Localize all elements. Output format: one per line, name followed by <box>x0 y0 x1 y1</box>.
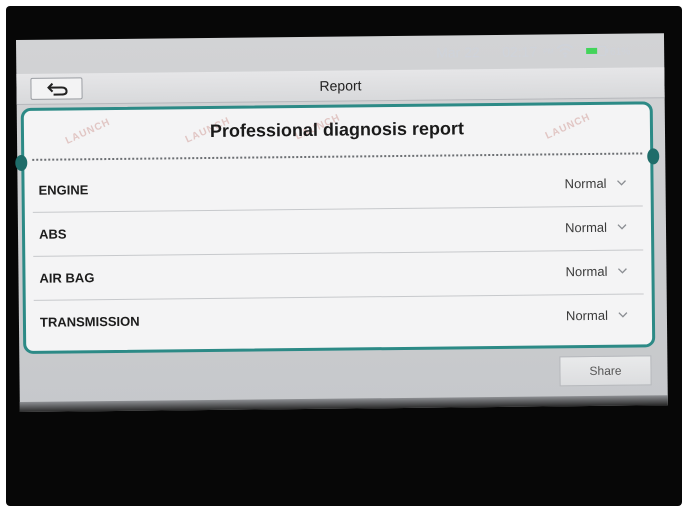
system-name: ENGINE <box>38 182 89 198</box>
system-status: Normal <box>565 307 608 324</box>
system-name: TRANSMISSION <box>39 313 140 330</box>
card-notch-left <box>15 154 28 172</box>
battery-nub <box>606 48 609 53</box>
dotted-divider <box>32 152 643 161</box>
status-ampm: PM <box>543 48 554 56</box>
chevron-down-icon <box>617 268 627 274</box>
system-row-air-bag[interactable]: AIR BAG Normal <box>33 250 644 301</box>
battery-percent: 61% <box>610 46 631 58</box>
system-row-abs[interactable]: ABS Normal <box>32 206 644 257</box>
system-row-transmission[interactable]: TRANSMISSION Normal <box>34 294 644 343</box>
chevron-down-icon <box>617 224 627 230</box>
card-notch-right <box>647 148 660 165</box>
system-status: Normal <box>565 219 608 236</box>
system-list: ENGINE Normal ABS Normal AIR BAG Normal … <box>32 162 644 343</box>
top-bar: Report <box>16 67 665 105</box>
system-status: Normal <box>565 263 608 280</box>
system-name: ABS <box>38 226 67 242</box>
page-title: Report <box>319 77 362 94</box>
share-button[interactable]: Share <box>559 355 652 387</box>
screen: Mar 22 02:17 PM 61% Report LAUNCH LAUNCH… <box>15 33 668 412</box>
wifi-icon <box>556 42 574 58</box>
bottom-edge <box>19 395 668 412</box>
status-time: 02:17 <box>502 43 538 60</box>
system-name: AIR BAG <box>39 270 95 286</box>
report-card: LAUNCH LAUNCH LAUNCH LAUNCH Professional… <box>15 101 660 354</box>
system-row-engine[interactable]: ENGINE Normal <box>32 162 643 213</box>
battery-fill <box>586 47 598 55</box>
report-title: Professional diagnosis report <box>209 118 465 141</box>
chevron-down-icon <box>618 312 628 318</box>
system-status: Normal <box>564 175 607 192</box>
device-frame: Mar 22 02:17 PM 61% Report LAUNCH LAUNCH… <box>6 6 682 506</box>
battery-icon <box>584 45 609 57</box>
chevron-down-icon <box>617 180 626 186</box>
status-date: Mar 22 <box>436 44 480 61</box>
